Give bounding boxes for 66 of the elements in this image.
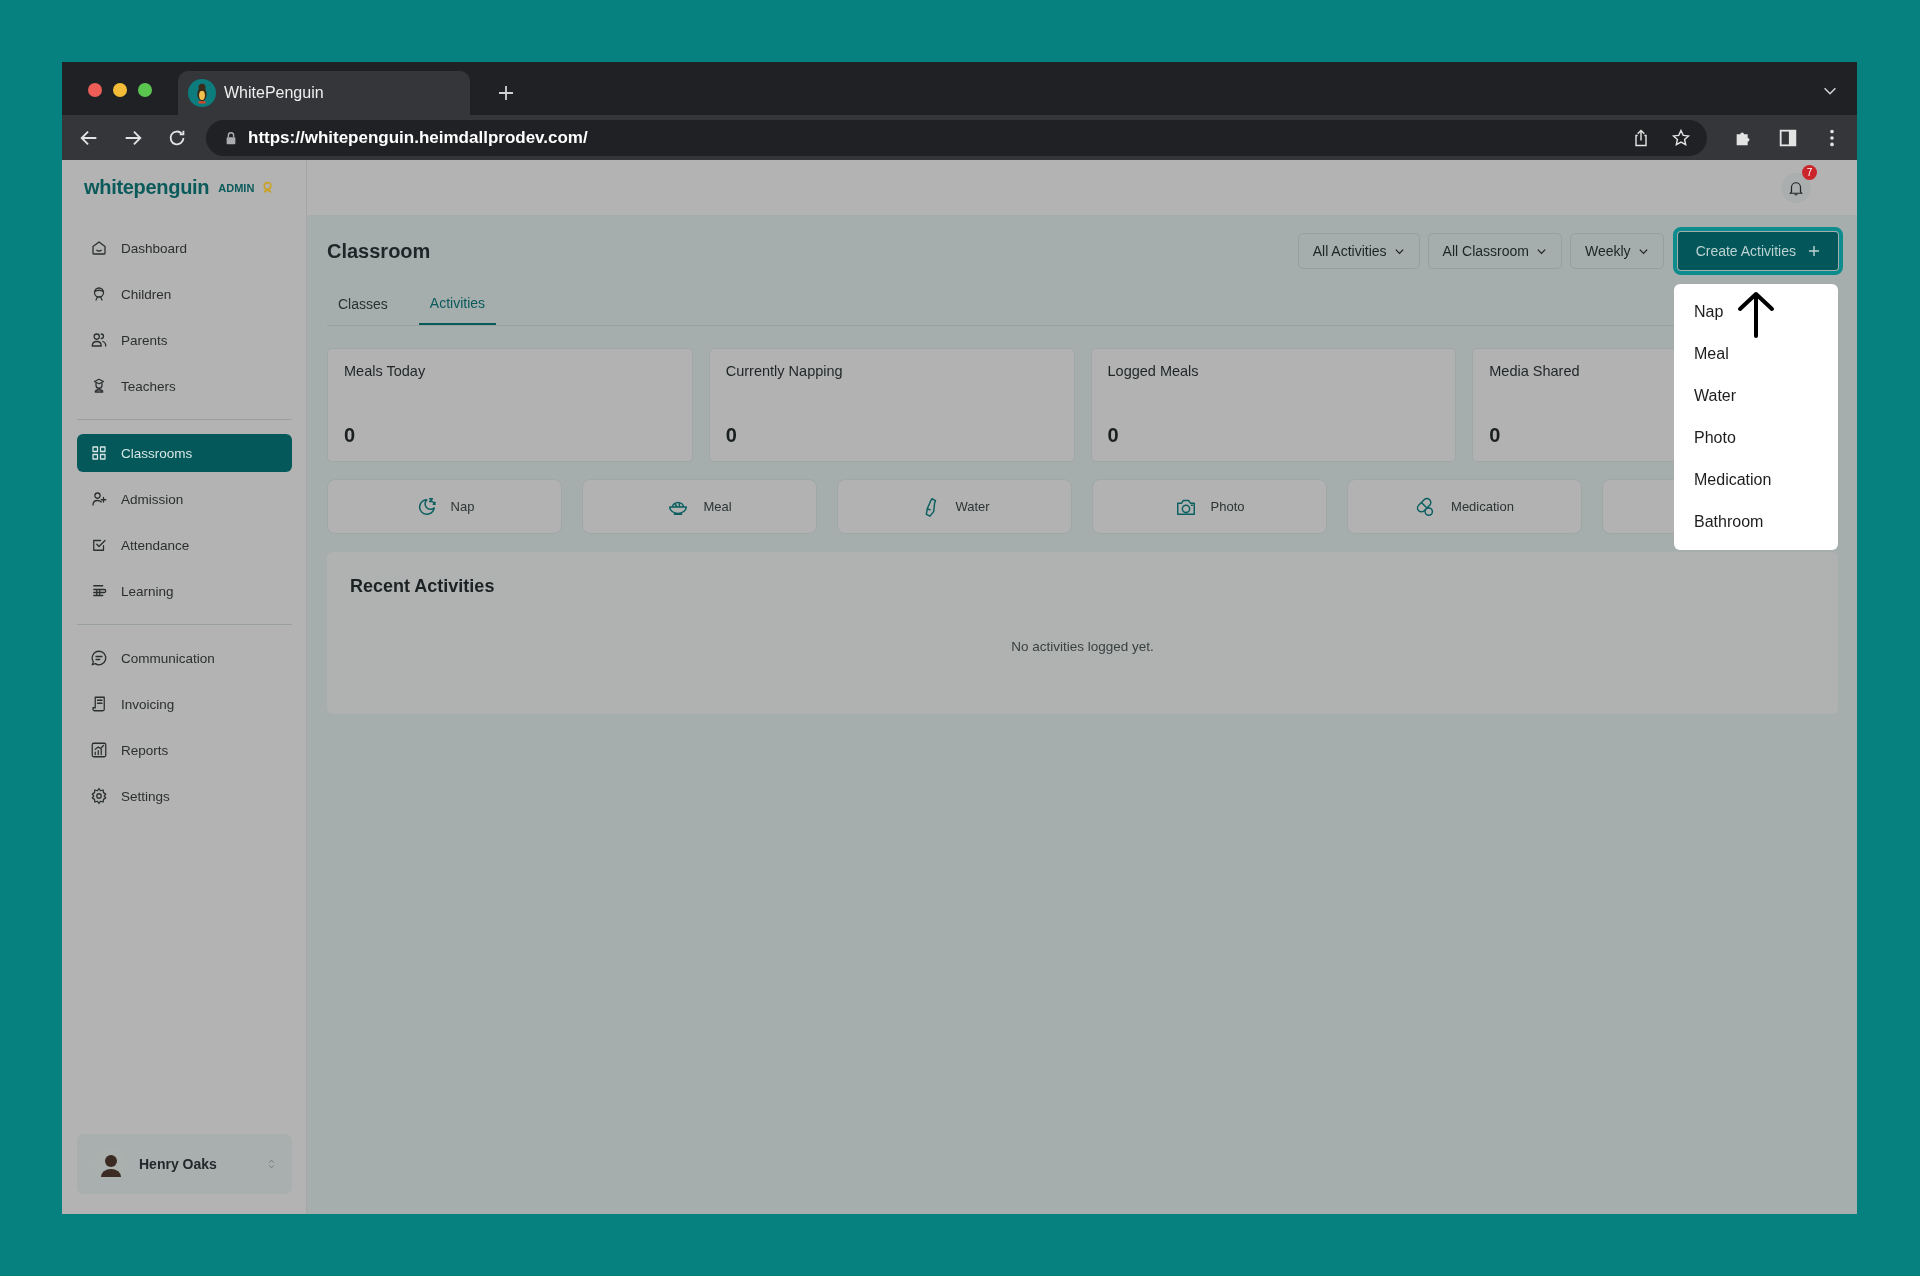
address-bar[interactable]: https://whitepenguin.heimdallprodev.com/ [206, 119, 1707, 156]
sidebar-item[interactable]: Reports [77, 731, 292, 769]
menu-item[interactable]: Water [1674, 375, 1838, 417]
add-user-icon [90, 490, 108, 508]
sidebar-item[interactable]: Teachers [77, 367, 292, 405]
tab[interactable]: Classes [327, 283, 399, 325]
sidebar-item[interactable]: Learning [77, 572, 292, 610]
stat-value: 0 [725, 424, 737, 447]
browser-tab[interactable]: WhitePenguin [178, 71, 470, 115]
user-name: Henry Oaks [139, 1156, 218, 1172]
settings-icon [90, 787, 108, 805]
sidebar-item[interactable]: Parents [77, 321, 292, 359]
stat-label: Media Shared [1489, 363, 1580, 379]
stat-value: 0 [344, 424, 356, 447]
stat-value: 0 [1107, 424, 1119, 447]
house-icon [90, 239, 108, 257]
activity-button[interactable]: Photo [1092, 479, 1327, 534]
section-title: Recent Activities [350, 576, 496, 597]
menu-item[interactable]: Photo [1674, 417, 1838, 459]
role-label: ADMIN [218, 181, 255, 194]
filter-dropdown[interactable]: Weekly [1569, 233, 1664, 269]
menu-item[interactable]: Nap [1674, 291, 1838, 333]
chat-icon [90, 649, 108, 667]
lock-icon [224, 130, 238, 145]
sidebar-item[interactable]: Dashboard [77, 229, 292, 267]
grid-icon [90, 444, 108, 462]
star-icon[interactable] [1671, 127, 1691, 148]
close-window-icon[interactable] [88, 82, 102, 97]
menu-item[interactable]: Medication [1674, 459, 1838, 501]
tab-title: WhitePenguin [224, 84, 324, 102]
logo[interactable]: whitepenguin [84, 176, 210, 199]
invoice-icon [90, 695, 108, 713]
new-tab-icon[interactable] [496, 83, 516, 103]
sidebar-item[interactable]: Admission [77, 480, 292, 518]
activity-button[interactable]: Meal [582, 479, 817, 534]
activity-button[interactable]: Nap [327, 479, 562, 534]
stat-label: Logged Meals [1107, 363, 1199, 379]
tab[interactable]: Activities [418, 283, 497, 325]
sidebar-item[interactable]: Classrooms [77, 434, 292, 472]
up-arrow-drawing [1736, 290, 1776, 340]
sidebar-item[interactable]: Communication [77, 639, 292, 677]
filter-dropdown[interactable]: All Classroom [1427, 233, 1562, 269]
stat-value: 0 [1489, 424, 1501, 447]
plus-icon [1808, 245, 1820, 257]
stat-label: Meals Today [344, 363, 426, 379]
sidebar-item[interactable]: Attendance [77, 526, 292, 564]
penguin-favicon-icon [188, 79, 216, 107]
page-title: Classroom [327, 239, 431, 263]
user-card[interactable]: Henry Oaks [77, 1134, 292, 1194]
activity-button[interactable]: Water [837, 479, 1072, 534]
menu-item[interactable]: Bathroom [1674, 501, 1838, 543]
sidebar-item[interactable]: Settings [77, 777, 292, 815]
activity-button[interactable]: Medication [1347, 479, 1582, 534]
url-text: https://whitepenguin.heimdallprodev.com/ [248, 127, 589, 148]
maximize-window-icon[interactable] [138, 82, 152, 97]
minimize-window-icon[interactable] [113, 82, 127, 97]
stat-label: Currently Napping [725, 363, 843, 379]
people-icon [90, 331, 108, 349]
notification-badge: 7 [1802, 164, 1817, 180]
sidebar-item[interactable]: Children [77, 275, 292, 313]
filter-dropdown[interactable]: All Activities [1297, 233, 1420, 269]
expand-icon [267, 1158, 276, 1170]
empty-message: No activities logged yet. [1010, 639, 1155, 654]
chart-icon [90, 741, 108, 759]
sidebar-item[interactable]: Invoicing [77, 685, 292, 723]
menu-item[interactable]: Meal [1674, 333, 1838, 375]
